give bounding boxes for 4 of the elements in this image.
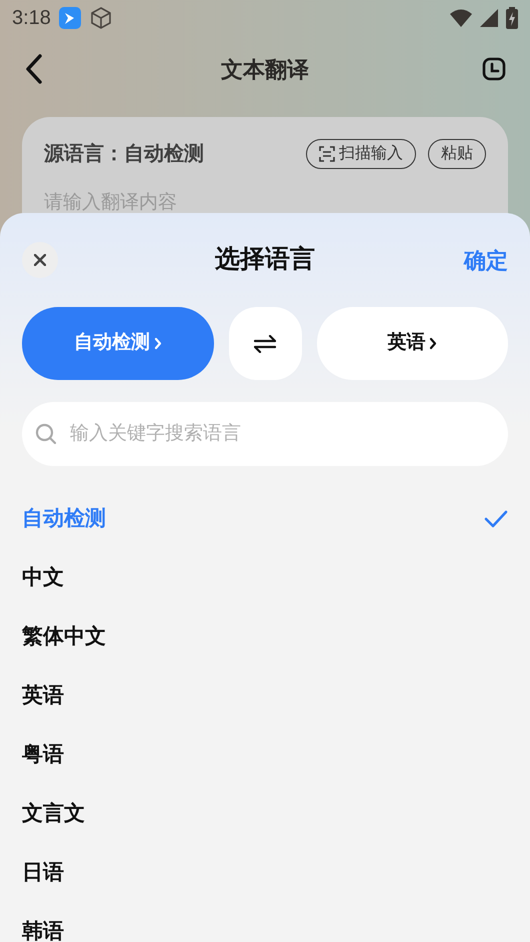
sheet-title: 选择语言 xyxy=(215,244,315,276)
source-language-label: 源语言：自动检测 xyxy=(44,142,205,167)
page-title: 文本翻译 xyxy=(221,56,309,84)
status-time: 3:18 xyxy=(12,6,51,31)
